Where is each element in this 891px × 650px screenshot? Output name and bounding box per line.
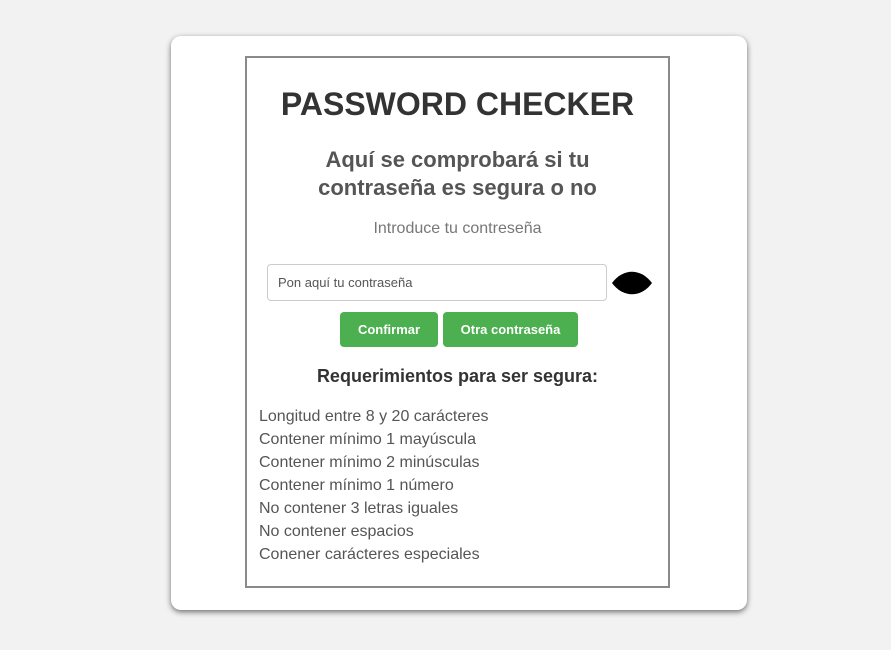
- requirements-list: Longitud entre 8 y 20 carácteres Contene…: [259, 405, 488, 566]
- page-title: PASSWORD CHECKER: [280, 86, 635, 122]
- list-item: Conener carácteres especiales: [259, 546, 480, 563]
- list-item: Contener mínimo 2 minúsculas: [259, 454, 480, 471]
- list-item: Contener mínimo 1 mayúscula: [259, 431, 476, 448]
- confirm-button[interactable]: Confirmar: [340, 312, 438, 347]
- password-input[interactable]: [267, 264, 607, 301]
- list-item: Contener mínimo 1 número: [259, 477, 454, 494]
- main-card: PASSWORD CHECKER Aquí se comprobará si t…: [171, 36, 747, 610]
- requirements-title: Requerimientos para ser segura:: [316, 366, 599, 386]
- list-item: Longitud entre 8 y 20 carácteres: [259, 408, 489, 425]
- list-item: No contener espacios: [259, 523, 414, 540]
- list-item: No contener 3 letras iguales: [259, 500, 459, 517]
- checker-panel: PASSWORD CHECKER Aquí se comprobará si t…: [245, 56, 670, 588]
- eye-icon[interactable]: [611, 270, 653, 296]
- password-prompt-label: Introduce tu contreseña: [373, 220, 542, 237]
- other-password-button[interactable]: Otra contraseña: [443, 312, 578, 347]
- page-subtitle: Aquí se comprobará si tu contraseña es s…: [318, 147, 597, 200]
